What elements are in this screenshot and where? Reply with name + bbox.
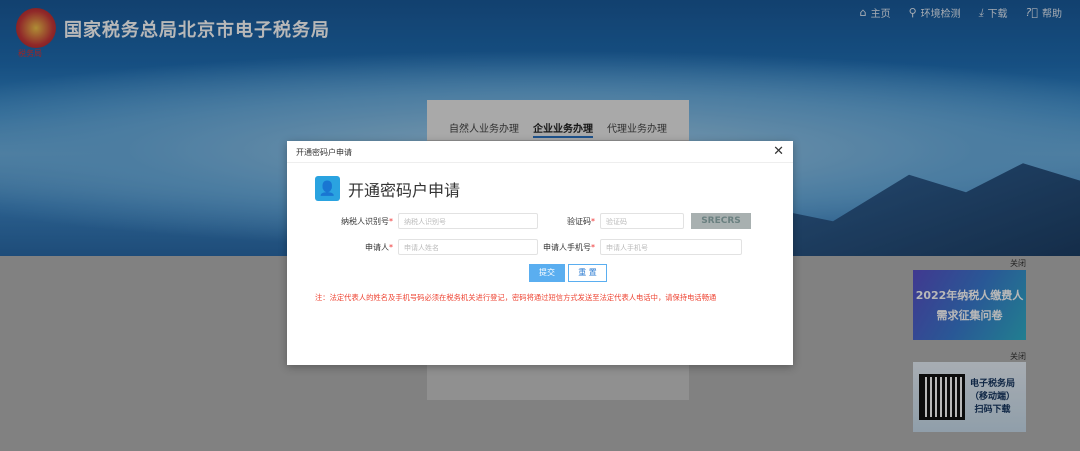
phone-input[interactable]: 申请人手机号 (600, 239, 742, 255)
applicant-label: 申请人* (365, 243, 393, 252)
applicant-input[interactable]: 申请人姓名 (398, 239, 538, 255)
captcha-input[interactable]: 验证码 (600, 213, 684, 229)
note-text: 注：法定代表人的姓名及手机号码必须在税务机关进行登记，密码将通过短信方式发送至法… (315, 293, 717, 302)
user-icon: 👤 (315, 176, 340, 201)
captcha-label: 验证码* (567, 217, 595, 226)
open-password-account-dialog: 开通密码户申请 ✕ 👤 开通密码户申请 纳税人识别号* 纳税人识别号 验证码* 验证… (287, 141, 793, 365)
dialog-header-title: 开通密码户申请 (296, 148, 352, 157)
phone-label: 申请人手机号* (543, 243, 595, 252)
submit-button[interactable]: 提交 (529, 264, 565, 282)
captcha-image[interactable]: SRECRS (691, 213, 751, 229)
reset-button[interactable]: 重 置 (568, 264, 607, 282)
close-icon[interactable]: ✕ (773, 144, 784, 159)
taxpayer-id-input[interactable]: 纳税人识别号 (398, 213, 538, 229)
dialog-title: 开通密码户申请 (348, 180, 461, 200)
taxpayer-id-label: 纳税人识别号* (341, 217, 393, 226)
